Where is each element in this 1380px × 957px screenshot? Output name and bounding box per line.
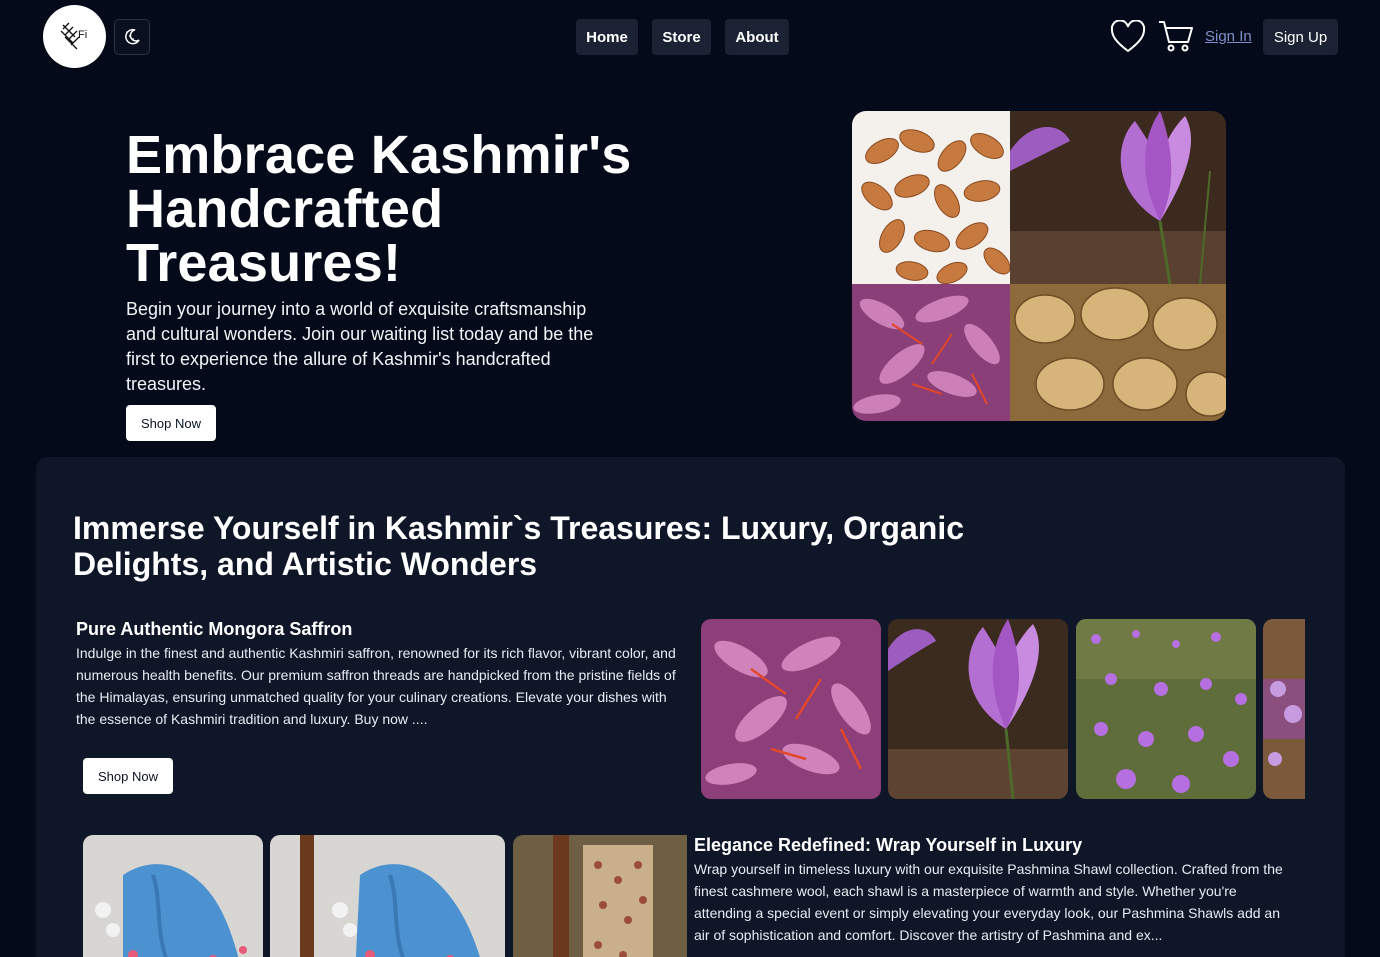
nav-about[interactable]: About — [725, 19, 789, 55]
almonds-image — [852, 111, 1010, 284]
hero-image-collage — [852, 111, 1226, 421]
sign-in-link[interactable]: Sign In — [1205, 28, 1252, 45]
heart-icon — [1110, 19, 1146, 53]
walnuts-image — [1010, 284, 1226, 421]
main-nav: Home Store About — [576, 19, 789, 55]
hero-shop-now-button[interactable]: Shop Now — [126, 405, 216, 441]
saffron-gallery-image-3[interactable] — [1076, 619, 1256, 799]
saffron-product-title: Pure Authentic Mongora Saffron — [76, 619, 353, 639]
sign-up-button[interactable]: Sign Up — [1263, 19, 1338, 55]
shawl-gallery-image-1[interactable] — [83, 835, 263, 957]
pashmina-product-title: Elegance Redefined: Wrap Yourself in Lux… — [694, 835, 1083, 855]
saffron-product-description: Indulge in the finest and authentic Kash… — [76, 645, 676, 727]
saffron-gallery-image-4[interactable] — [1263, 619, 1305, 799]
logo[interactable]: Fi — [43, 5, 106, 68]
wishlist-button[interactable] — [1110, 19, 1146, 59]
nav-store[interactable]: Store — [652, 19, 711, 55]
hero-description: Begin your journey into a world of exqui… — [126, 299, 594, 394]
saffron-shop-now-button[interactable]: Shop Now — [83, 758, 173, 794]
pashmina-product-description: Wrap yourself in timeless luxury with ou… — [694, 861, 1283, 943]
cart-icon — [1159, 21, 1193, 52]
shawl-gallery-image-3[interactable] — [513, 835, 687, 957]
saffron-gallery-image-1[interactable] — [701, 619, 881, 799]
section-title: Immerse Yourself in Kashmir`s Treasures:… — [73, 510, 964, 582]
cart-button[interactable] — [1157, 18, 1195, 59]
crocus-flower-image — [1010, 111, 1226, 284]
hero-title: Embrace Kashmir's Handcrafted Treasures! — [126, 125, 632, 293]
kashmir-logo-icon: Fi — [60, 22, 87, 49]
moon-icon — [125, 28, 140, 45]
logo-text: Fi — [78, 29, 87, 41]
nav-home[interactable]: Home — [576, 19, 638, 55]
saffron-petals-image — [852, 284, 1010, 421]
shawl-gallery-image-2[interactable] — [270, 835, 505, 957]
site-header: Fi Home Store About Sign In Sign Up — [0, 0, 1380, 74]
saffron-gallery-image-2[interactable] — [888, 619, 1068, 799]
theme-toggle-button[interactable] — [114, 19, 150, 55]
